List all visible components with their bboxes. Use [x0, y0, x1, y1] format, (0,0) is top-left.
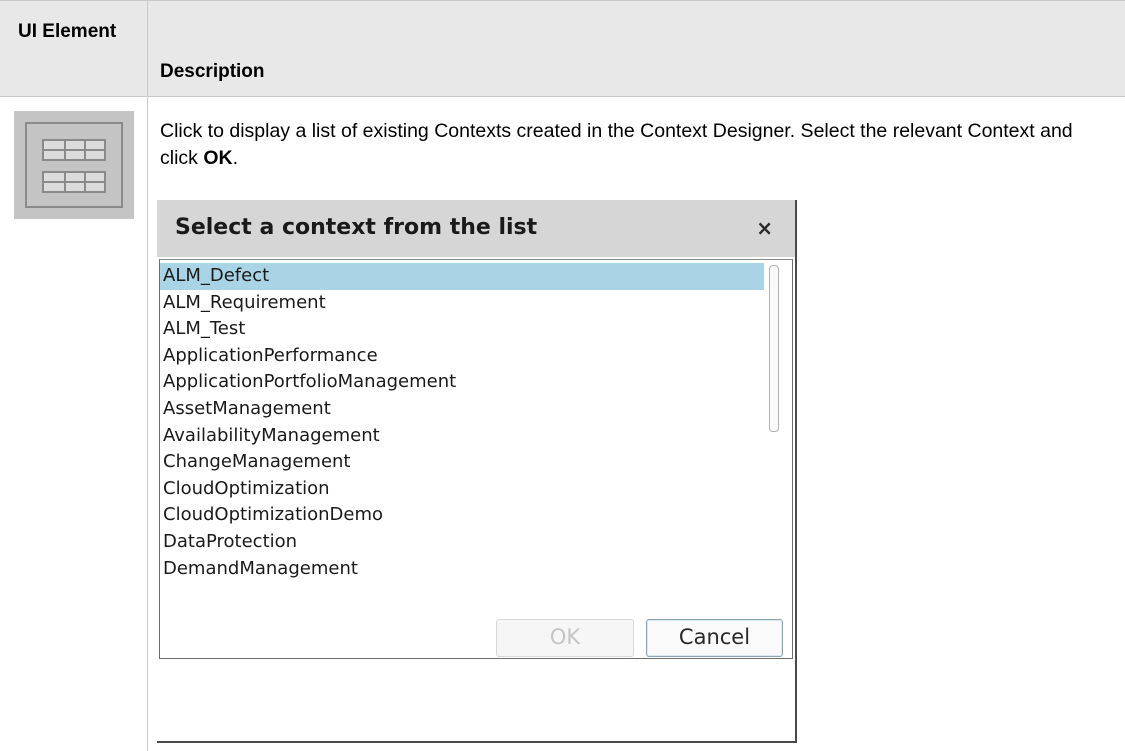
description-ok-bold: OK	[203, 147, 233, 169]
cancel-button[interactable]: Cancel	[646, 619, 783, 657]
scrollbar-thumb[interactable]	[769, 265, 779, 432]
column-divider	[147, 0, 148, 751]
icon-frame	[25, 122, 123, 208]
list-item[interactable]: ALM_Defect	[160, 263, 764, 290]
list-item[interactable]: DemandManagement	[160, 556, 764, 583]
list-item[interactable]: ApplicationPerformance	[160, 343, 764, 370]
dialog-title: Select a context from the list	[175, 215, 538, 240]
list-item[interactable]: ALM_Test	[160, 316, 764, 343]
header-description: Description	[160, 61, 265, 82]
grid-block-bottom	[42, 171, 106, 193]
list-item[interactable]: AssetManagement	[160, 396, 764, 423]
context-list-icon	[14, 111, 134, 219]
row-description: Click to display a list of existing Cont…	[160, 118, 1110, 172]
dialog-title-bar[interactable]: Select a context from the list ×	[157, 200, 795, 257]
close-icon[interactable]: ×	[756, 215, 773, 241]
list-item[interactable]: ApplicationPortfolioManagement	[160, 369, 764, 396]
list-item[interactable]: CloudOptimization	[160, 476, 764, 503]
header-ui-element: UI Element	[18, 21, 117, 42]
list-item[interactable]: ChangeManagement	[160, 449, 764, 476]
grid-block-top	[42, 139, 106, 161]
list-item[interactable]: ALM_Requirement	[160, 290, 764, 317]
table-header-row: UI Element Description	[0, 0, 1125, 97]
context-listbox[interactable]: ALM_Defect ALM_Requirement ALM_Test Applica…	[159, 259, 793, 659]
ui-element-table: UI Element Description Click to display …	[0, 0, 1125, 751]
description-end: .	[232, 147, 239, 169]
list-item[interactable]: AvailabilityManagement	[160, 423, 764, 450]
select-context-dialog: Select a context from the list × ALM_Def…	[157, 200, 797, 743]
description-text: Click to display a list of existing Cont…	[160, 120, 1073, 169]
ok-button[interactable]: OK	[496, 619, 634, 657]
list-item[interactable]: CloudOptimizationDemo	[160, 502, 764, 529]
list-item[interactable]: DataProtection	[160, 529, 764, 556]
